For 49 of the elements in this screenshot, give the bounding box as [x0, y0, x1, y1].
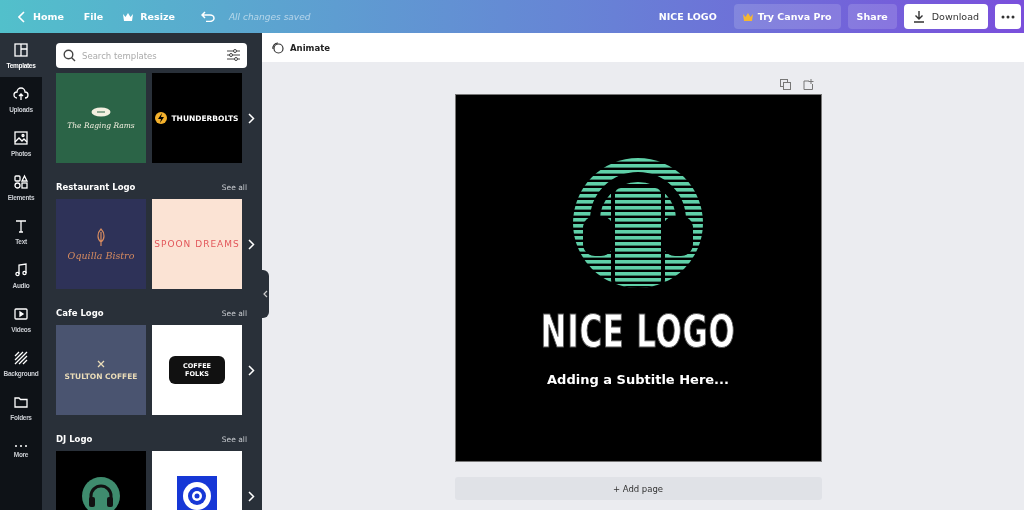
- lightning-icon: [155, 111, 168, 125]
- search-icon: [63, 49, 76, 62]
- filter-sliders-icon: [227, 49, 240, 61]
- layout-icon: [13, 41, 29, 58]
- save-status: All changes saved: [228, 11, 311, 22]
- search-field[interactable]: Search templates: [56, 43, 247, 68]
- shapes-icon: [13, 173, 29, 190]
- logo-title[interactable]: NICE LOGO: [540, 310, 736, 354]
- animate-button[interactable]: Animate: [271, 41, 330, 54]
- collapse-panel-button[interactable]: [261, 270, 269, 318]
- music-note-icon: [13, 261, 29, 278]
- add-page-icon[interactable]: [802, 79, 814, 90]
- download-button[interactable]: Download: [903, 4, 988, 29]
- chevron-right-icon: [247, 238, 255, 250]
- target-logo-drawing: [177, 476, 217, 510]
- undo-icon: [200, 11, 215, 22]
- document-title[interactable]: NICE LOGO: [658, 11, 717, 22]
- design-canvas[interactable]: NICE LOGO Adding a Subtitle Here...: [454, 94, 822, 462]
- football-icon: [91, 106, 111, 117]
- cloud-upload-icon: [13, 85, 29, 102]
- template-thumbnail[interactable]: Oquilla Bistro: [56, 199, 146, 289]
- chevron-right-icon: [247, 364, 255, 376]
- leaf-icon: [96, 227, 106, 246]
- more-icon: [1001, 14, 1015, 19]
- more-options-button[interactable]: [995, 4, 1021, 29]
- category-heading: Cafe Logo: [56, 308, 104, 318]
- chevron-left-icon: [262, 290, 268, 298]
- headphones-logo-drawing: [81, 476, 121, 510]
- download-icon: [912, 10, 925, 23]
- cross-icon: [97, 359, 105, 368]
- animate-icon: [271, 41, 284, 54]
- chevron-right-icon: [247, 112, 255, 124]
- text-icon: [13, 217, 29, 234]
- crown-icon: [742, 12, 753, 21]
- more-icon: [13, 444, 29, 447]
- template-title: Oquilla Bistro: [67, 249, 135, 261]
- chevron-right-icon: [247, 490, 255, 502]
- logo-subtitle[interactable]: Adding a Subtitle Here...: [547, 372, 729, 387]
- category-heading: Restaurant Logo: [56, 182, 136, 192]
- hatch-icon: [13, 349, 29, 366]
- template-title: SPOON DREAMS: [154, 239, 240, 249]
- play-icon: [13, 305, 29, 322]
- image-icon: [13, 129, 29, 146]
- duplicate-page-icon[interactable]: [779, 79, 791, 90]
- add-page-button[interactable]: + Add page: [454, 477, 822, 500]
- share-button[interactable]: Share: [847, 4, 897, 29]
- chevron-left-icon: [18, 10, 26, 23]
- crown-icon: [123, 12, 134, 21]
- category-heading: DJ Logo: [56, 434, 93, 444]
